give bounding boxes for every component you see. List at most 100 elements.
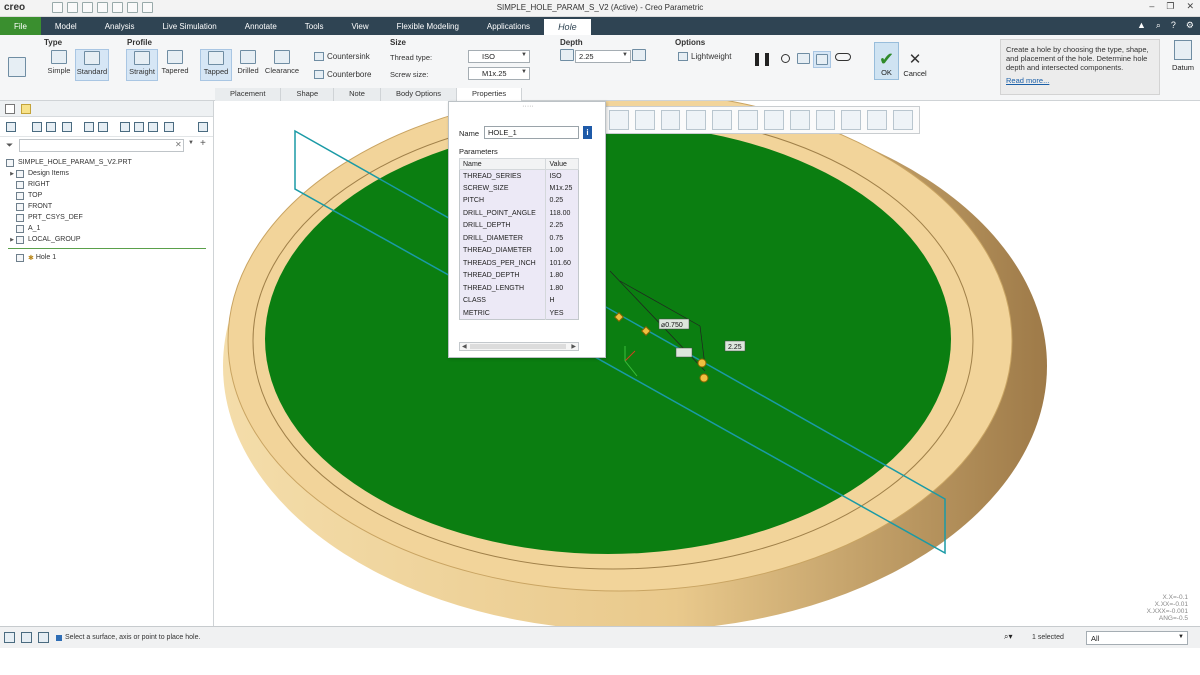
tree-item-right[interactable]: RIGHT (0, 179, 214, 190)
table-row[interactable]: THREAD_SERIES ISO (459, 169, 579, 182)
folder-browser-tab-icon[interactable] (21, 104, 31, 114)
tree-item-prt-csys-def[interactable]: PRT_CSYS_DEF (0, 212, 214, 223)
tab-applications[interactable]: Applications (473, 17, 544, 35)
drilled-button[interactable]: Drilled (234, 50, 262, 75)
expand-arrow-icon[interactable]: ▶ (8, 171, 16, 177)
saved-views-icon[interactable] (660, 110, 681, 130)
table-row[interactable]: SCREW_SIZE M1x.25 (459, 182, 579, 195)
angle-dimension-box[interactable] (675, 347, 693, 358)
panel-grip[interactable]: ····· (449, 103, 607, 110)
feature-placement-icon[interactable] (8, 57, 26, 79)
glasses-icon[interactable] (835, 53, 851, 61)
find-icon[interactable]: ⌕▾ (1004, 632, 1022, 643)
depth-type-icon[interactable] (560, 49, 574, 63)
model-icon[interactable] (6, 122, 16, 132)
scroll-left-icon[interactable]: ◀ (462, 343, 467, 350)
subtab-properties[interactable]: Properties (457, 88, 523, 101)
simple-hole-button[interactable]: Simple (44, 50, 74, 75)
tree-help-icon[interactable] (198, 122, 208, 132)
tree-filter-icon[interactable] (46, 122, 56, 132)
tree-item-hole-1[interactable]: ✱ Hole 1 (0, 252, 214, 263)
tree-columns-icon[interactable] (32, 122, 42, 132)
show-navigator-icon[interactable] (4, 632, 15, 643)
clearance-button[interactable]: Clearance (264, 50, 300, 75)
help-icon[interactable]: ? (1171, 20, 1176, 31)
part-top-face[interactable] (265, 124, 951, 554)
drag-handle[interactable] (697, 358, 707, 368)
column-header-name[interactable]: Name (458, 158, 547, 170)
verify-preview-icon[interactable] (813, 51, 831, 68)
pause-icon[interactable] (755, 53, 769, 66)
subtab-shape[interactable]: Shape (281, 88, 335, 101)
tab-model[interactable]: Model (41, 17, 91, 35)
column-header-value[interactable]: Value (545, 158, 579, 170)
tree-settings-icon[interactable] (84, 122, 94, 132)
collapse-icon[interactable] (134, 122, 144, 132)
pause-regen-icon[interactable] (867, 110, 888, 130)
horizontal-scrollbar[interactable]: ◀ ▶ (459, 342, 579, 351)
depth-dimension[interactable]: 2.25 (728, 344, 742, 351)
cancel-button[interactable]: ✕ Cancel (902, 42, 928, 80)
countersink-option[interactable]: Countersink (314, 52, 370, 61)
tab-live-simulation[interactable]: Live Simulation (148, 17, 230, 35)
tab-file[interactable]: File (0, 17, 41, 35)
pin-icon[interactable]: ▲ (1137, 20, 1146, 31)
table-row[interactable]: DRILL_POINT_ANGLE 118.00 (459, 207, 579, 220)
spin-center-icon[interactable] (815, 110, 836, 130)
datum-button[interactable]: Datum (1168, 40, 1198, 72)
graphics-viewport[interactable]: ⌀0.750 2.25 X.X=-0.1 X.XX=-0.01 X.XXX=-0… (215, 101, 1200, 626)
tab-annotate[interactable]: Annotate (231, 17, 291, 35)
tapered-profile-button[interactable]: Tapered (160, 50, 190, 75)
attached-preview-icon[interactable] (797, 53, 810, 66)
search-icon[interactable]: ⌕ (1156, 20, 1161, 31)
tree-item-design-items[interactable]: ▶ Design Items (0, 168, 214, 179)
table-row[interactable]: THREAD_DEPTH 1.80 (459, 269, 579, 282)
tab-view[interactable]: View (337, 17, 382, 35)
thread-type-select[interactable]: ISO ▼ (468, 50, 530, 63)
layer-icon[interactable] (98, 122, 108, 132)
table-row[interactable]: CLASS H (459, 294, 579, 307)
tree-item-front[interactable]: FRONT (0, 201, 214, 212)
subtab-placement[interactable]: Placement (215, 88, 282, 101)
screw-size-select[interactable]: M1x.25 ▼ (468, 67, 530, 80)
section-icon[interactable] (893, 110, 913, 130)
zoom-in-icon[interactable] (634, 110, 655, 130)
table-row[interactable]: METRIC YES (459, 307, 579, 320)
name-input[interactable]: HOLE_1 (484, 126, 579, 139)
table-row[interactable]: DRILL_DIAMETER 0.75 (459, 232, 579, 245)
tree-root[interactable]: SIMPLE_HOLE_PARAM_S_V2.PRT (0, 157, 214, 168)
table-row[interactable]: THREAD_DIAMETER 1.00 (459, 244, 579, 257)
maximize-icon[interactable]: ❐ (1166, 1, 1174, 12)
table-row[interactable]: THREADS_PER_INCH 101.60 (459, 257, 579, 270)
view-manager-icon[interactable] (712, 110, 733, 130)
selection-count[interactable]: 1 selected (1032, 634, 1064, 641)
no-preview-icon[interactable] (781, 54, 790, 63)
depth-value-input[interactable]: 2.25 ▼ (575, 50, 631, 63)
selection-filter-select[interactable]: All ▼ (1086, 631, 1188, 645)
subtab-note[interactable]: Note (334, 88, 381, 101)
minimize-icon[interactable]: – (1149, 1, 1154, 12)
annotation-display-icon[interactable] (789, 110, 810, 130)
tab-hole[interactable]: Hole (544, 17, 591, 35)
standard-hole-button[interactable]: Standard (75, 49, 109, 81)
show-browser-icon[interactable] (21, 632, 32, 643)
expand-icon[interactable] (120, 122, 130, 132)
table-row[interactable]: DRILL_DEPTH 2.25 (459, 219, 579, 232)
table-row[interactable]: PITCH 0.25 (459, 194, 579, 207)
tapped-button[interactable]: Tapped (200, 49, 232, 81)
straight-profile-button[interactable]: Straight (126, 49, 158, 81)
tab-analysis[interactable]: Analysis (91, 17, 149, 35)
perspective-icon[interactable] (738, 110, 758, 130)
tree-options-icon[interactable] (148, 122, 158, 132)
scroll-right-icon[interactable]: ▶ (571, 343, 576, 350)
tree-display-icon[interactable] (164, 122, 174, 132)
clear-search-icon[interactable]: ✕ (175, 140, 182, 149)
model-tree-tab-icon[interactable] (5, 104, 15, 114)
table-row[interactable]: THREAD_LENGTH 1.80 (459, 282, 579, 295)
tree-item-a1[interactable]: A_1 (0, 223, 214, 234)
scroll-thumb[interactable] (470, 344, 566, 349)
full-screen-icon[interactable] (38, 632, 49, 643)
display-style-icon[interactable] (686, 110, 707, 130)
appearance-icon[interactable] (841, 110, 862, 130)
close-icon[interactable]: ✕ (1186, 1, 1194, 12)
